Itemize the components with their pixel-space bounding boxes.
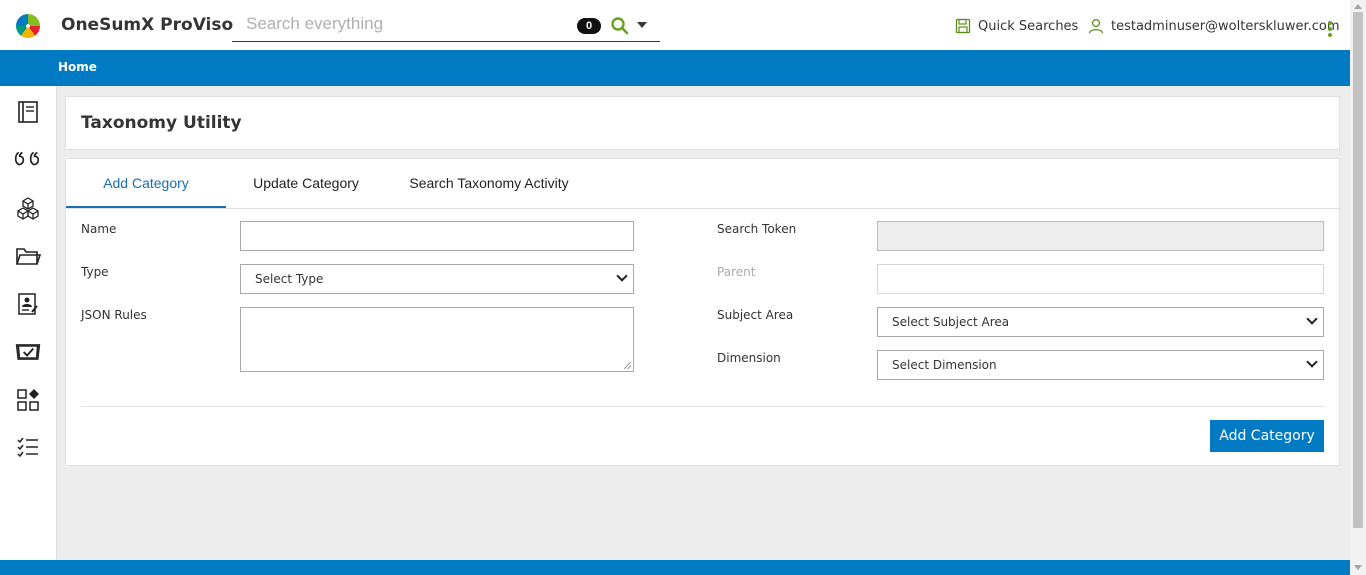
search-count-badge: 0 bbox=[577, 18, 601, 34]
sidebar bbox=[0, 86, 57, 560]
dimension-selected-value: Select Dimension bbox=[892, 358, 997, 372]
wolters-kluwer-logo-icon[interactable] bbox=[16, 14, 40, 38]
search-input[interactable] bbox=[246, 14, 566, 34]
tab-bar: Add Category Update Category Search Taxo… bbox=[66, 159, 1339, 209]
page-header-card: Taxonomy Utility bbox=[65, 96, 1340, 150]
save-icon bbox=[955, 18, 971, 34]
resize-grip-icon[interactable] bbox=[624, 362, 631, 369]
page-scrollbar[interactable] bbox=[1350, 0, 1366, 575]
search-options-caret-icon[interactable] bbox=[637, 22, 647, 28]
chevron-down-icon bbox=[1306, 356, 1318, 368]
breadcrumb: Home bbox=[0, 50, 1350, 86]
chevron-down-icon bbox=[1306, 313, 1318, 325]
taxonomy-form-card: Add Category Update Category Search Taxo… bbox=[65, 158, 1340, 466]
subject-area-selected-value: Select Subject Area bbox=[892, 315, 1010, 329]
folder-icon[interactable] bbox=[14, 242, 42, 270]
checklist-icon[interactable] bbox=[14, 434, 42, 462]
json-rules-field[interactable] bbox=[240, 307, 634, 372]
search-token-label: Search Token bbox=[717, 222, 797, 236]
type-label: Type bbox=[81, 265, 109, 279]
scroll-down-icon[interactable] bbox=[1354, 565, 1362, 570]
apps-grid-icon[interactable] bbox=[14, 386, 42, 414]
scroll-up-icon[interactable] bbox=[1354, 4, 1362, 9]
name-label: Name bbox=[81, 222, 117, 236]
user-document-icon[interactable] bbox=[14, 290, 42, 318]
user-icon bbox=[1088, 18, 1104, 34]
checked-tray-icon[interactable] bbox=[14, 338, 42, 366]
notebook-icon[interactable] bbox=[14, 98, 42, 126]
tab-add-category[interactable]: Add Category bbox=[66, 159, 226, 208]
add-category-button[interactable]: Add Category bbox=[1210, 420, 1324, 452]
page-title: Taxonomy Utility bbox=[81, 113, 242, 133]
tab-update-category[interactable]: Update Category bbox=[226, 159, 386, 208]
scroll-thumb[interactable] bbox=[1353, 12, 1363, 528]
user-menu[interactable]: testadminuser@wolterskluwer.com bbox=[1088, 18, 1340, 34]
cubes-icon[interactable] bbox=[14, 194, 42, 222]
subject-area-select[interactable]: Select Subject Area bbox=[877, 307, 1324, 337]
chevron-down-icon bbox=[616, 270, 628, 282]
user-email: testadminuser@wolterskluwer.com bbox=[1111, 18, 1340, 34]
global-search: 0 bbox=[232, 10, 660, 42]
more-options-icon[interactable] bbox=[1328, 21, 1333, 37]
tab-search-taxonomy-activity[interactable]: Search Taxonomy Activity bbox=[396, 159, 582, 208]
footer-bar bbox=[0, 560, 1350, 575]
form-divider bbox=[81, 406, 1325, 407]
subject-area-label: Subject Area bbox=[717, 308, 794, 322]
quote-icon[interactable] bbox=[14, 146, 42, 174]
app-title[interactable]: OneSumX ProViso bbox=[61, 15, 233, 35]
search-icon[interactable] bbox=[610, 16, 630, 36]
type-select[interactable]: Select Type bbox=[240, 264, 634, 294]
name-field[interactable] bbox=[240, 221, 634, 251]
parent-label: Parent bbox=[717, 265, 756, 279]
search-token-field bbox=[877, 221, 1324, 251]
parent-field[interactable] bbox=[877, 264, 1324, 294]
top-header: OneSumX ProViso 0 Quick Searches testadm… bbox=[0, 0, 1350, 50]
type-selected-value: Select Type bbox=[255, 272, 324, 286]
quick-searches-button[interactable]: Quick Searches bbox=[955, 18, 1078, 34]
json-rules-label: JSON Rules bbox=[81, 308, 147, 322]
dimension-select[interactable]: Select Dimension bbox=[877, 350, 1324, 380]
dimension-label: Dimension bbox=[717, 351, 781, 365]
breadcrumb-home[interactable]: Home bbox=[58, 60, 97, 74]
quick-searches-label: Quick Searches bbox=[978, 18, 1079, 34]
